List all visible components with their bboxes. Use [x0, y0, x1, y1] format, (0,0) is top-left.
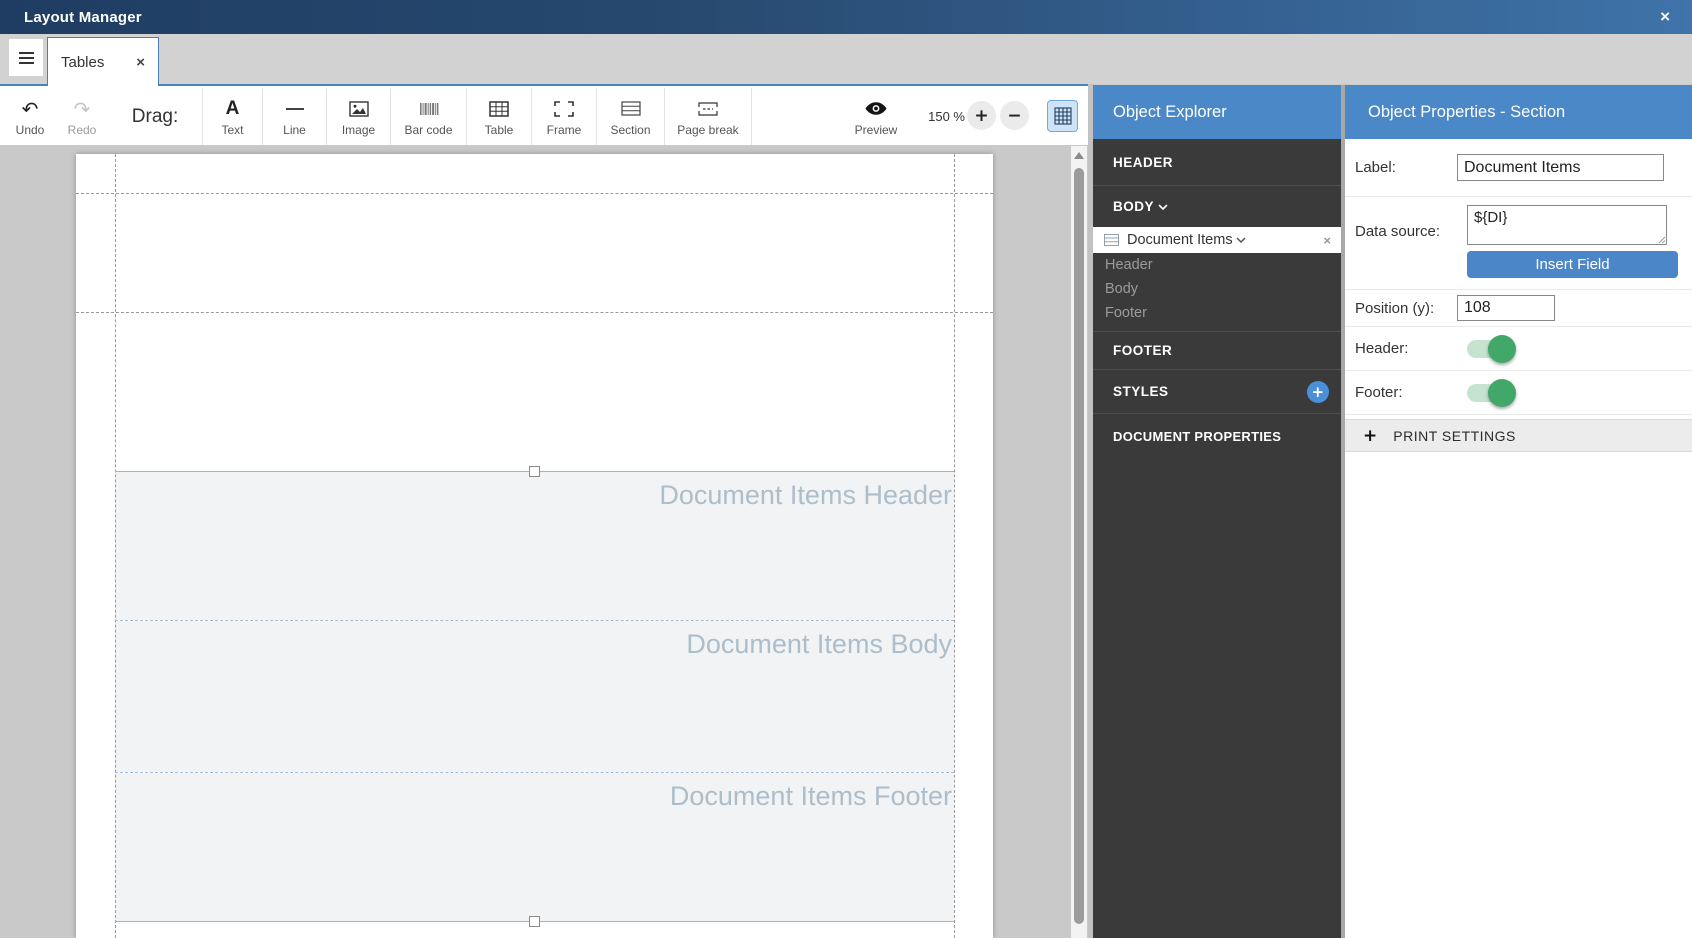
grid-toggle-button[interactable]	[1047, 100, 1078, 132]
minus-icon: −	[1007, 105, 1022, 126]
margin-guide-right	[954, 154, 955, 938]
footer-toggle[interactable]	[1467, 378, 1516, 407]
drag-item-image[interactable]: Image	[326, 88, 390, 145]
section-icon	[620, 97, 641, 121]
section-footer-label: Document Items Footer	[669, 781, 952, 811]
section-divider-1	[115, 620, 954, 621]
explorer-item-document-items[interactable]: Document Items ×	[1093, 227, 1341, 253]
expand-plus-icon: +	[1363, 425, 1378, 446]
header-toggle-row: Header:	[1345, 327, 1692, 371]
position-y-row: Position (y):	[1345, 290, 1692, 327]
insert-field-button[interactable]: Insert Field	[1467, 251, 1678, 278]
undo-button[interactable]: ↶ Undo	[4, 88, 56, 145]
header-toggle-name: Header:	[1355, 340, 1409, 357]
frame-icon	[554, 97, 574, 121]
table-icon	[489, 97, 509, 121]
label-input[interactable]	[1457, 154, 1664, 181]
explorer-group-footer[interactable]: FOOTER	[1093, 332, 1341, 370]
toolbar: ↶ Undo ↷ Redo Drag: A Text Line Image Ba…	[0, 84, 1088, 145]
object-properties-panel: Object Properties - Section Label: Data …	[1345, 85, 1692, 938]
margin-guide-header-bottom	[76, 312, 993, 313]
section-document-items-footer[interactable]: Document Items Footer	[115, 773, 954, 921]
window-title: Layout Manager	[24, 8, 142, 26]
print-settings-expander[interactable]: + PRINT SETTINGS	[1345, 419, 1692, 452]
chevron-down-icon	[1236, 237, 1246, 243]
redo-button[interactable]: ↷ Redo	[56, 88, 108, 145]
page-break-icon	[697, 97, 719, 121]
toggle-knob	[1488, 334, 1516, 363]
toggle-knob	[1488, 378, 1516, 407]
explorer-subitem-body[interactable]: Body	[1093, 277, 1341, 301]
plus-icon: +	[974, 105, 989, 126]
footer-toggle-row: Footer:	[1345, 371, 1692, 415]
drag-item-barcode[interactable]: Bar code	[390, 88, 466, 145]
page: Document Items Header Document Items Bod…	[76, 154, 993, 938]
drag-item-text[interactable]: A Text	[202, 88, 262, 145]
preview-button[interactable]: Preview	[838, 88, 914, 145]
zoom-in-button[interactable]: +	[967, 101, 996, 130]
explorer-group-styles[interactable]: STYLES +	[1093, 370, 1341, 414]
margin-guide-left	[115, 154, 116, 938]
explorer-group-document-properties[interactable]: DOCUMENT PROPERTIES	[1093, 414, 1341, 458]
data-source-row: Data source: ${DI} Insert Field	[1345, 197, 1692, 290]
object-explorer-title: Object Explorer	[1093, 85, 1341, 139]
data-source-input[interactable]: ${DI}	[1467, 205, 1667, 245]
explorer-subitem-header[interactable]: Header	[1093, 253, 1341, 277]
drag-item-frame[interactable]: Frame	[531, 88, 596, 145]
section-document-items-header[interactable]: Document Items Header	[115, 472, 954, 620]
margin-guide-top	[76, 193, 993, 194]
footer-toggle-name: Footer:	[1355, 384, 1403, 401]
section-bottom-resize-handle[interactable]	[529, 916, 540, 927]
section-header-label: Document Items Header	[659, 480, 952, 510]
section-body-label: Document Items Body	[686, 629, 952, 659]
label-row: Label:	[1345, 139, 1692, 197]
resize-grip-icon[interactable]	[1657, 235, 1666, 244]
text-A-icon: A	[225, 97, 240, 119]
section-rows-icon	[1104, 234, 1119, 246]
explorer-group-header[interactable]: HEADER	[1093, 139, 1341, 186]
redo-icon: ↷	[73, 96, 91, 121]
tab-close-icon[interactable]: ×	[136, 54, 145, 71]
drag-item-page-break[interactable]: Page break	[664, 88, 752, 145]
add-style-button[interactable]: +	[1307, 380, 1329, 403]
header-toggle[interactable]	[1467, 334, 1516, 363]
design-canvas: Document Items Header Document Items Bod…	[0, 145, 1088, 938]
label-field-name: Label:	[1355, 159, 1396, 176]
object-explorer-panel: Object Explorer HEADER BODY Document Ite…	[1093, 85, 1341, 938]
tab-label: Tables	[61, 53, 105, 71]
grid-icon	[1053, 107, 1072, 125]
tab-bar: Tables ×	[0, 34, 1692, 86]
menu-icon[interactable]	[9, 39, 43, 76]
eye-icon	[864, 97, 888, 121]
chevron-down-icon	[1158, 203, 1168, 210]
explorer-group-body[interactable]: BODY	[1093, 186, 1341, 227]
window-titlebar: Layout Manager ×	[0, 0, 1692, 34]
object-properties-title: Object Properties - Section	[1345, 85, 1692, 139]
section-top-resize-handle[interactable]	[529, 466, 540, 477]
section-divider-2	[115, 772, 954, 773]
delete-item-icon[interactable]: ×	[1323, 233, 1341, 248]
section-document-items-body[interactable]: Document Items Body	[115, 621, 954, 772]
tab-tables[interactable]: Tables ×	[47, 37, 159, 86]
data-source-name: Data source:	[1355, 223, 1441, 240]
zoom-level: 150 %	[928, 109, 965, 124]
drag-item-table[interactable]: Table	[466, 88, 531, 145]
drag-item-line[interactable]: Line	[262, 88, 326, 145]
drag-label: Drag:	[131, 105, 179, 127]
position-y-input[interactable]	[1457, 295, 1555, 321]
barcode-icon	[419, 97, 439, 121]
line-icon	[285, 97, 304, 121]
image-icon	[348, 97, 369, 121]
print-settings-label: PRINT SETTINGS	[1393, 427, 1516, 444]
window-close-icon[interactable]: ×	[1660, 0, 1670, 34]
explorer-subitem-footer[interactable]: Footer	[1093, 301, 1341, 325]
zoom-out-button[interactable]: −	[1000, 101, 1029, 130]
drag-item-section[interactable]: Section	[596, 88, 664, 145]
canvas-scrollbar[interactable]	[1071, 146, 1087, 938]
undo-icon: ↶	[21, 96, 39, 121]
selected-item-label: Document Items	[1127, 232, 1233, 248]
position-y-name: Position (y):	[1355, 299, 1435, 317]
scrollbar-thumb[interactable]	[1074, 168, 1084, 924]
scroll-up-icon[interactable]	[1074, 152, 1084, 159]
